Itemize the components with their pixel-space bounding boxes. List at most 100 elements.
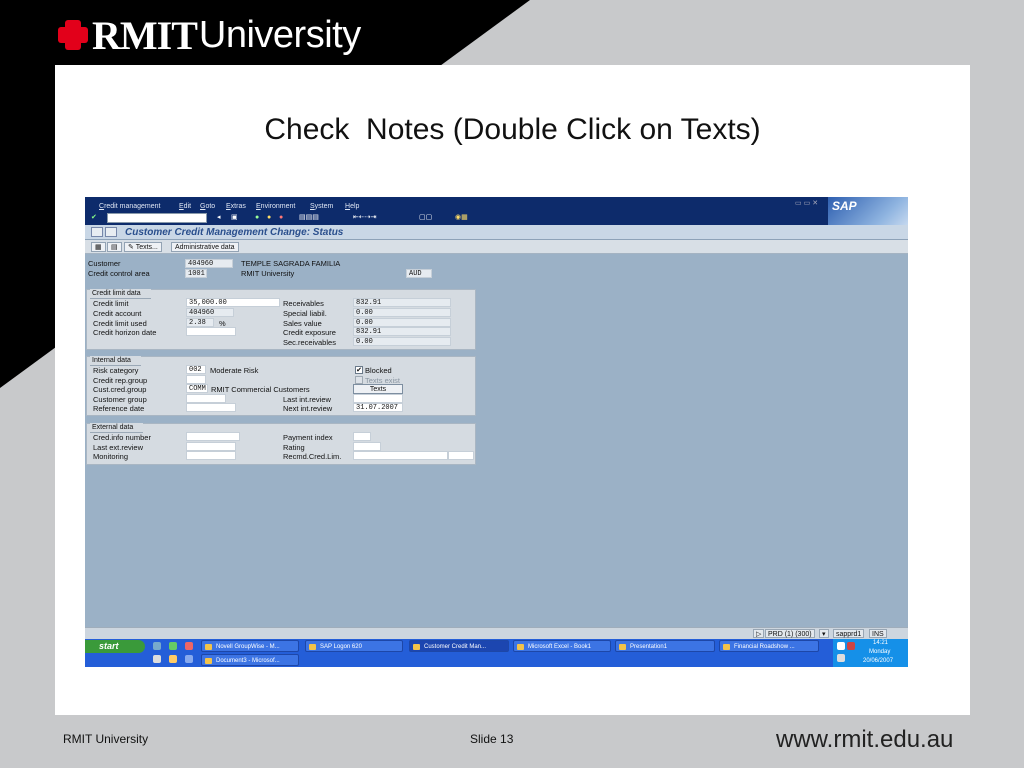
monitoring-input[interactable]: [186, 451, 236, 460]
sap-standard-toolbar: ✔ ◂ ▣ ● ● ● ▤▤▤ ⇤⇠⇢⇥ ▢▢ ◉▦: [85, 211, 828, 225]
tray-security-icon[interactable]: [847, 642, 855, 650]
menu-help[interactable]: Help: [345, 203, 359, 210]
print-icon[interactable]: ▤▤▤: [299, 214, 319, 222]
cust-cred-group-input[interactable]: COMM: [186, 384, 208, 393]
cancel-icon[interactable]: ●: [279, 214, 283, 222]
credit-limit-used-field[interactable]: 2.38: [186, 318, 214, 327]
sales-value-field[interactable]: 0.00: [353, 318, 451, 327]
task-groupwise[interactable]: Novell GroupWise - M...: [201, 640, 299, 652]
task-presentation[interactable]: Presentation1: [615, 640, 715, 652]
window-controls-icon[interactable]: ▭▭✕: [795, 199, 820, 207]
back-icon[interactable]: ◂: [217, 214, 221, 222]
recmd-cred-lim-label: Recmd.Cred.Lim.: [283, 452, 342, 461]
footer-url: www.rmit.edu.au: [776, 726, 954, 753]
quicklaunch-media-icon[interactable]: [153, 655, 161, 663]
customer-group-input[interactable]: [186, 394, 226, 403]
other-object-icon[interactable]: [105, 227, 117, 237]
task-excel[interactable]: Microsoft Excel - Book1: [513, 640, 611, 652]
clock-day: Monday: [869, 649, 891, 655]
task-document3[interactable]: Document3 - Microsof...: [201, 654, 299, 666]
powerpoint-icon: [619, 644, 626, 650]
reference-date-input[interactable]: [186, 403, 236, 412]
clock-time[interactable]: 14:21: [873, 640, 888, 646]
customer-name: TEMPLE SAGRADA FAMILIA: [241, 259, 341, 268]
quicklaunch-window-icon[interactable]: [185, 655, 193, 663]
currency-field[interactable]: AUD: [406, 269, 432, 278]
green-arrow-icon[interactable]: ●: [255, 214, 259, 222]
exit-icon[interactable]: ●: [267, 214, 271, 222]
slide-number: Slide 13: [470, 732, 514, 746]
last-ext-review-input[interactable]: [186, 442, 236, 451]
menu-goto[interactable]: Goto: [200, 203, 215, 210]
customer-label: Customer: [88, 259, 121, 268]
quicklaunch-desktop-icon[interactable]: [169, 642, 177, 650]
texts-toolbar-button[interactable]: ✎ Texts...: [124, 242, 162, 252]
recmd-cred-lim-currency[interactable]: [448, 451, 474, 460]
display-change-icon[interactable]: [91, 227, 103, 237]
monitoring-label: Monitoring: [93, 452, 129, 461]
command-field[interactable]: [107, 213, 207, 223]
mode-status[interactable]: INS: [869, 629, 887, 638]
texts-button[interactable]: Texts: [353, 384, 403, 394]
task-groupwise-label: Novell GroupWise - M...: [216, 644, 280, 650]
external-data-caption: External data: [90, 423, 144, 433]
sap-statusbar: ▷ PRD (1) (300) ▾ sapprd1 INS: [85, 627, 908, 639]
rating-input[interactable]: [353, 442, 381, 451]
sec-receivables-field[interactable]: 0.00: [353, 337, 451, 346]
administrative-data-button[interactable]: Administrative data: [171, 242, 239, 252]
receivables-label: Receivables: [283, 299, 324, 308]
status-dropdown-icon[interactable]: ▾: [819, 629, 829, 638]
tray-volume-icon[interactable]: [837, 654, 845, 662]
menu-credit-management[interactable]: Credit management: [99, 203, 160, 210]
special-liabil-field[interactable]: 0.00: [353, 308, 451, 317]
cred-info-number-input[interactable]: [186, 432, 240, 441]
status-expand-icon[interactable]: ▷: [753, 629, 765, 638]
system-tray: 14:21 Monday 20/06/2007: [833, 639, 908, 667]
credit-rep-group-input[interactable]: [186, 375, 206, 384]
payment-index-input[interactable]: [353, 432, 371, 441]
rmit-logo: RMIT University: [58, 10, 361, 60]
recmd-cred-lim-input[interactable]: [353, 451, 448, 460]
quicklaunch-folder-icon[interactable]: [169, 655, 177, 663]
help-icon[interactable]: ◉▦: [455, 214, 468, 222]
cred-info-number-label: Cred.info number: [93, 433, 151, 442]
credit-horizon-date-input[interactable]: [186, 327, 236, 336]
quicklaunch-ie-icon[interactable]: [153, 642, 161, 650]
tray-network-icon[interactable]: [837, 642, 845, 650]
blocked-label: Blocked: [365, 366, 392, 375]
risk-category-input[interactable]: 002: [186, 365, 206, 374]
server-status: sapprd1: [833, 629, 865, 638]
credit-exposure-field[interactable]: 832.91: [353, 327, 451, 336]
next-int-review-input[interactable]: 31.07.2007: [353, 403, 403, 412]
last-int-review-input[interactable]: [353, 394, 403, 403]
credit-horizon-date-label: Credit horizon date: [93, 328, 157, 337]
task-sap-logon[interactable]: SAP Logon 620: [305, 640, 403, 652]
page-nav-icon[interactable]: ⇤⇠⇢⇥: [353, 214, 376, 222]
credit-account-label: Credit account: [93, 309, 142, 318]
menu-environment[interactable]: Environment: [256, 203, 295, 210]
save-icon[interactable]: ▣: [231, 214, 238, 222]
reference-date-label: Reference date: [93, 404, 145, 413]
menu-edit[interactable]: Edit: [179, 203, 191, 210]
application-toolbar: ▦ ▤ ✎ Texts... Administrative data: [85, 240, 908, 254]
blocked-checkbox[interactable]: ✔: [355, 366, 363, 374]
enter-icon[interactable]: ✔: [91, 214, 97, 222]
start-button[interactable]: start: [85, 640, 145, 653]
task-customer-credit[interactable]: Customer Credit Man...: [409, 640, 509, 652]
credit-account-field[interactable]: 404960: [186, 308, 234, 317]
credit-limit-input[interactable]: 35,000.00: [186, 298, 280, 307]
overview-icon[interactable]: ▦: [91, 242, 106, 252]
quicklaunch-app-icon[interactable]: [185, 642, 193, 650]
credit-exposure-label: Credit exposure: [283, 328, 336, 337]
system-status[interactable]: PRD (1) (300): [765, 629, 815, 638]
menu-extras[interactable]: Extras: [226, 203, 246, 210]
windows-taskbar: start Novell GroupWise - M... SAP Logon …: [85, 639, 908, 667]
credit-control-area-field[interactable]: 1001: [185, 269, 207, 278]
task-financial-roadshow-label: Financial Roadshow ...: [734, 644, 795, 650]
receivables-field[interactable]: 832.91: [353, 298, 451, 307]
task-financial-roadshow[interactable]: Financial Roadshow ...: [719, 640, 819, 652]
copy-icon[interactable]: ▤: [107, 242, 122, 252]
customer-field[interactable]: 404960: [185, 259, 233, 268]
menu-system[interactable]: System: [310, 203, 333, 210]
session-icon[interactable]: ▢▢: [419, 214, 432, 222]
